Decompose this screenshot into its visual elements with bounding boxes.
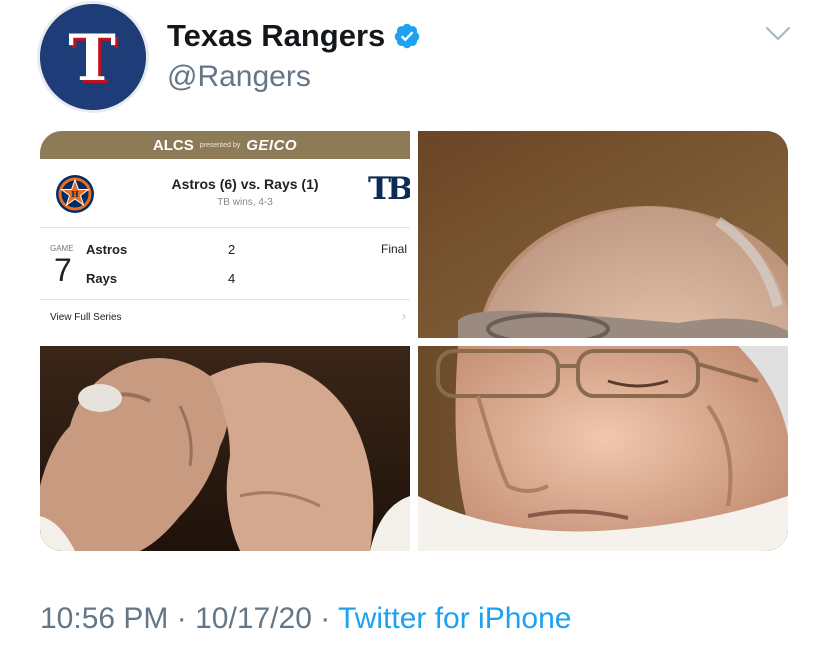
game-number: 7 xyxy=(54,252,72,288)
display-name-text[interactable]: Texas Rangers xyxy=(167,18,385,54)
series-label: ALCS xyxy=(152,136,194,154)
media-tile-photo[interactable] xyxy=(418,346,788,551)
matchup-title: Astros (6) vs. Rays (1) xyxy=(171,176,319,192)
rays-tb-logo: TB xyxy=(368,171,410,207)
tweet-timestamp-line: 10:56 PM · 10/17/20 · Twitter for iPhone xyxy=(40,602,571,636)
tweet-source-link[interactable]: Twitter for iPhone xyxy=(338,602,571,635)
photo-face xyxy=(418,346,788,551)
divider xyxy=(40,299,410,300)
sponsor-label: GEICO xyxy=(246,136,298,154)
media-tile-scoreboard[interactable]: ALCS presented by GEICO H Astros (6) vs.… xyxy=(40,131,410,338)
game-status: Final xyxy=(381,242,408,256)
scoreboard-header: ALCS presented by GEICO xyxy=(40,131,410,159)
tweet-time[interactable]: 10:56 PM xyxy=(40,602,168,635)
separator: · xyxy=(320,602,331,635)
chevron-right-icon: › xyxy=(402,309,406,323)
media-tile-photo[interactable] xyxy=(418,131,788,338)
display-name[interactable]: Texas Rangers xyxy=(167,18,421,54)
tweet-date[interactable]: 10/17/20 xyxy=(195,602,312,635)
verified-badge-icon xyxy=(395,23,420,49)
tweet-media-grid: ALCS presented by GEICO H Astros (6) vs.… xyxy=(40,131,788,551)
svg-text:T: T xyxy=(68,21,116,96)
astros-star-logo: H xyxy=(56,175,94,213)
series-result: TB wins, 4-3 xyxy=(217,197,273,208)
photo-hands xyxy=(40,346,410,551)
avatar[interactable]: T T xyxy=(40,4,146,110)
svg-text:H: H xyxy=(71,189,79,199)
divider xyxy=(40,227,410,228)
chevron-down-icon[interactable] xyxy=(765,25,791,43)
team-score: 4 xyxy=(228,271,236,286)
media-tile-photo[interactable] xyxy=(40,346,410,551)
presented-by-label: presented by xyxy=(199,141,241,149)
team-score: 2 xyxy=(228,242,236,257)
photo-head-top xyxy=(418,131,788,338)
team-name: Rays xyxy=(86,271,118,286)
separator: · xyxy=(176,602,187,635)
rangers-logo: T T xyxy=(40,4,146,110)
team-name: Astros xyxy=(86,242,128,257)
view-full-series-link[interactable]: View Full Series xyxy=(50,312,122,323)
user-handle[interactable]: @Rangers xyxy=(167,60,311,94)
